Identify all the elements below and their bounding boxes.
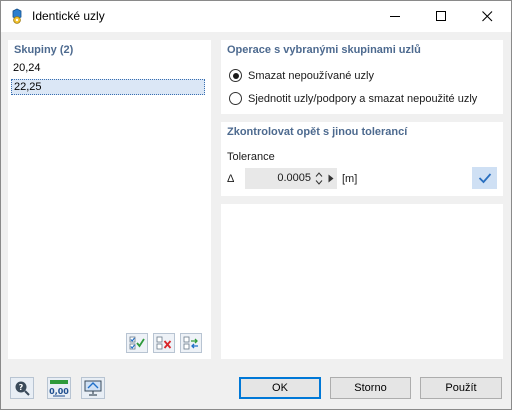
groups-header: Skupiny (2) xyxy=(14,44,74,56)
invert-selection-icon xyxy=(183,336,198,350)
invert-selection-button[interactable] xyxy=(180,333,202,353)
close-icon xyxy=(481,11,492,22)
units-icon: 0,00 xyxy=(49,380,69,397)
tolerance-input[interactable]: 0.0005 xyxy=(245,168,337,189)
minimize-button[interactable] xyxy=(372,1,418,32)
empty-panel xyxy=(221,204,503,359)
checkmark-icon xyxy=(478,173,491,184)
tolerance-label: Tolerance xyxy=(227,151,275,163)
maximize-button[interactable] xyxy=(418,1,464,32)
radio-merge-nodes[interactable]: Sjednotit uzly/podpory a smazat nepoužit… xyxy=(229,92,477,105)
delta-symbol: Δ xyxy=(227,173,235,185)
units-button[interactable]: 0,00 xyxy=(47,377,71,399)
app-icon xyxy=(9,8,25,24)
minimize-icon xyxy=(389,16,400,17)
cancel-button[interactable]: Storno xyxy=(330,377,411,399)
list-item-selected[interactable]: 22,25 xyxy=(11,79,205,95)
help-icon: ? xyxy=(15,381,30,396)
spin-button[interactable] xyxy=(315,171,323,186)
ok-button[interactable]: OK xyxy=(239,377,321,399)
radio-button[interactable] xyxy=(229,92,242,105)
groups-panel: Skupiny (2) 20,24 22,25 xyxy=(8,40,211,359)
step-right-button[interactable] xyxy=(328,174,334,186)
triangle-right-icon xyxy=(328,174,334,183)
maximize-icon xyxy=(435,11,446,21)
units-icon-text: 0,00 xyxy=(49,387,69,396)
operations-header: Operace s vybranými skupinami uzlů xyxy=(227,44,421,56)
title-bar: Identické uzly xyxy=(1,1,511,32)
svg-text:?: ? xyxy=(19,383,24,392)
radio-label: Smazat nepoužívané uzly xyxy=(248,69,374,82)
list-item[interactable]: 20,24 xyxy=(11,61,205,77)
radio-delete-unused[interactable]: Smazat nepoužívané uzly xyxy=(229,69,374,82)
radio-button-checked[interactable] xyxy=(229,69,242,82)
monitor-icon xyxy=(84,380,102,396)
check-tolerance-button[interactable] xyxy=(472,167,497,189)
uncheck-all-icon xyxy=(156,336,172,350)
radio-label: Sjednotit uzly/podpory a smazat nepoužit… xyxy=(248,92,478,105)
select-all-button[interactable] xyxy=(126,333,148,353)
unit-label: [m] xyxy=(342,173,358,185)
close-button[interactable] xyxy=(464,1,510,32)
recheck-header: Zkontrolovat opět s jinou tolerancí xyxy=(227,126,408,138)
tolerance-value: 0.0005 xyxy=(277,172,311,184)
display-settings-button[interactable] xyxy=(81,377,105,399)
check-all-icon xyxy=(129,336,145,350)
dialog-window: Identické uzly Skupiny (2) 20,24 22,25 O… xyxy=(0,0,512,410)
window-title: Identické uzly xyxy=(32,9,105,23)
spin-arrows-icon xyxy=(315,172,323,185)
apply-button[interactable]: Použít xyxy=(420,377,502,399)
help-button[interactable]: ? xyxy=(10,377,34,399)
operations-panel: Operace s vybranými skupinami uzlů Smaza… xyxy=(221,40,503,114)
recheck-panel: Zkontrolovat opět s jinou tolerancí Tole… xyxy=(221,122,503,196)
deselect-all-button[interactable] xyxy=(153,333,175,353)
